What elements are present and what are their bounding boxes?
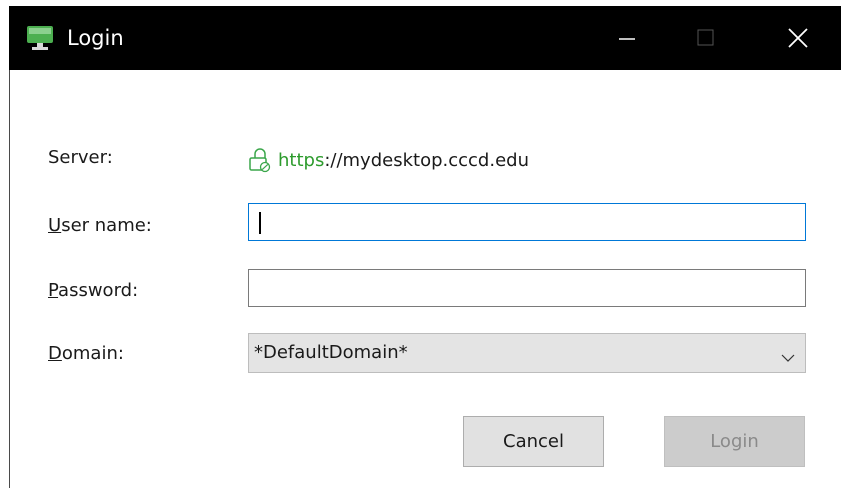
user-name-label: User name: [48, 214, 152, 238]
minimize-icon [619, 38, 635, 40]
title-bar[interactable]: Login [9, 6, 841, 70]
domain-label: Domain: [48, 342, 124, 366]
user-name-label-text: ser name: [61, 215, 152, 236]
user-name-accelerator: U [48, 215, 62, 236]
maximize-icon [697, 29, 714, 46]
url-host: ://mydesktop.cccd.edu [324, 149, 529, 171]
text-caret [259, 212, 261, 234]
close-button[interactable] [759, 6, 833, 70]
chevron-down-icon [781, 348, 795, 367]
user-name-input[interactable] [248, 203, 806, 241]
maximize-button[interactable] [668, 6, 742, 70]
cancel-button[interactable]: Cancel [463, 416, 604, 467]
window-title: Login [67, 26, 124, 50]
window-border [9, 70, 10, 488]
domain-value: *DefaultDomain* [254, 342, 408, 363]
url-scheme: https [278, 149, 325, 171]
password-input[interactable] [248, 269, 806, 307]
server-label: Server: [48, 147, 113, 168]
close-icon [788, 28, 808, 48]
domain-accelerator: D [48, 343, 62, 364]
login-button[interactable]: Login [664, 416, 805, 467]
domain-select[interactable]: *DefaultDomain* [248, 333, 806, 373]
server-url: https://mydesktop.cccd.edu [248, 146, 529, 174]
monitor-icon [26, 25, 54, 51]
login-dialog: Login Server: https://mydesktop.cccd.ed… [0, 0, 841, 488]
minimize-button[interactable] [590, 6, 664, 70]
password-label-text: assword: [58, 280, 139, 301]
lock-icon [248, 147, 272, 173]
domain-label-text: omain: [61, 343, 124, 364]
password-label: Password: [48, 279, 138, 303]
password-accelerator: P [48, 280, 59, 301]
